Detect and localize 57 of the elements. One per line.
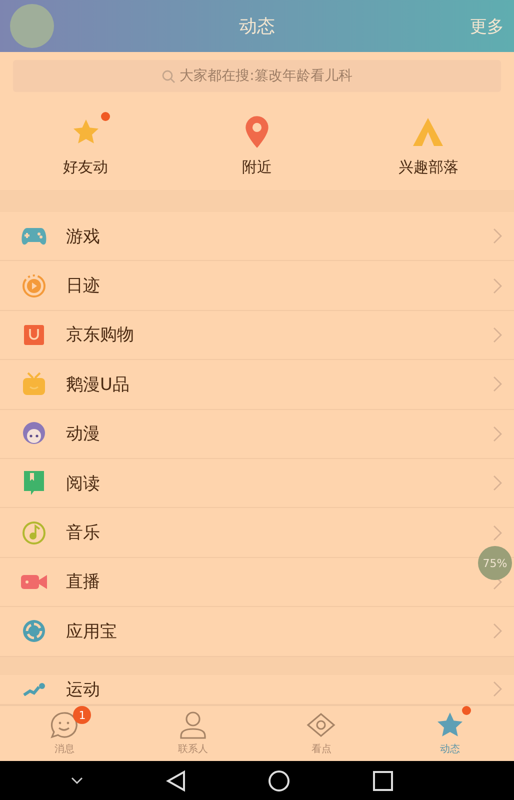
menu-label: 直播 (66, 571, 101, 594)
chevron-right-icon (493, 623, 502, 640)
unread-count: 1 (73, 706, 92, 724)
menu-label: 音乐 (66, 522, 101, 544)
person-icon (178, 710, 208, 740)
shortcut-label: 好友动 (63, 158, 108, 176)
tab-label: 联系人 (178, 742, 208, 756)
smiley-chat-icon (49, 710, 80, 740)
menu-row[interactable]: 阅读 (0, 458, 514, 508)
location-pin-icon (242, 114, 271, 148)
video-camera-icon (21, 572, 47, 591)
chevron-right-icon (493, 426, 502, 442)
menu-row[interactable]: 动漫 (0, 410, 514, 459)
menu-label: 游戏 (66, 226, 101, 248)
shortcut-label: 附近 (242, 158, 272, 176)
menu-row[interactable]: 日迹 (0, 261, 514, 311)
shopping-bag-icon (24, 324, 44, 345)
menu-row[interactable]: 京东购物 (0, 310, 514, 360)
play-icon (22, 274, 46, 298)
book-icon (24, 471, 44, 496)
recents-icon[interactable] (372, 770, 393, 791)
page-title: 动态 (238, 15, 276, 38)
swirl-icon (22, 619, 46, 644)
runner-icon (22, 682, 46, 696)
chevron-right-icon (493, 326, 502, 343)
chevron-right-icon (493, 278, 502, 294)
menu-row[interactable]: 鹅漫U品 (0, 360, 514, 410)
home-icon[interactable] (268, 770, 290, 792)
tv-icon (22, 372, 46, 396)
menu-label: 运动 (66, 678, 101, 701)
back-icon[interactable] (166, 770, 186, 792)
chevron-right-icon (493, 524, 502, 541)
music-note-icon (22, 520, 46, 545)
shortcut-label: 兴趣部落 (398, 158, 458, 176)
menu-label: 应用宝 (66, 620, 118, 643)
menu-row[interactable]: 游戏 (0, 212, 514, 262)
shortcut-item[interactable]: 兴趣部落 (342, 100, 514, 190)
menu-label: 日迹 (66, 275, 101, 298)
search-placeholder: 大家都在搜:篡改年龄看儿科 (180, 67, 352, 85)
tab-label: 消息 (54, 742, 74, 756)
tab-label: 动态 (440, 742, 460, 756)
chevron-right-icon (493, 376, 502, 392)
shortcut-item[interactable]: 附近 (171, 100, 343, 190)
tent-icon (411, 116, 446, 148)
cartoon-face-icon (21, 422, 47, 446)
shortcut-item[interactable]: 好友动 (0, 100, 172, 190)
menu-label: 鹅漫U品 (66, 374, 130, 396)
chevron-right-icon (493, 228, 502, 244)
chevron-down-icon[interactable] (71, 776, 84, 785)
tab-label: 看点 (311, 742, 332, 756)
menu-label: 阅读 (66, 472, 101, 495)
search-icon (162, 70, 175, 82)
menu-label: 动漫 (66, 423, 101, 446)
gamepad-icon (21, 226, 47, 246)
chevron-right-icon (493, 681, 502, 698)
menu-label: 京东购物 (66, 324, 135, 346)
chevron-right-icon (493, 475, 502, 492)
